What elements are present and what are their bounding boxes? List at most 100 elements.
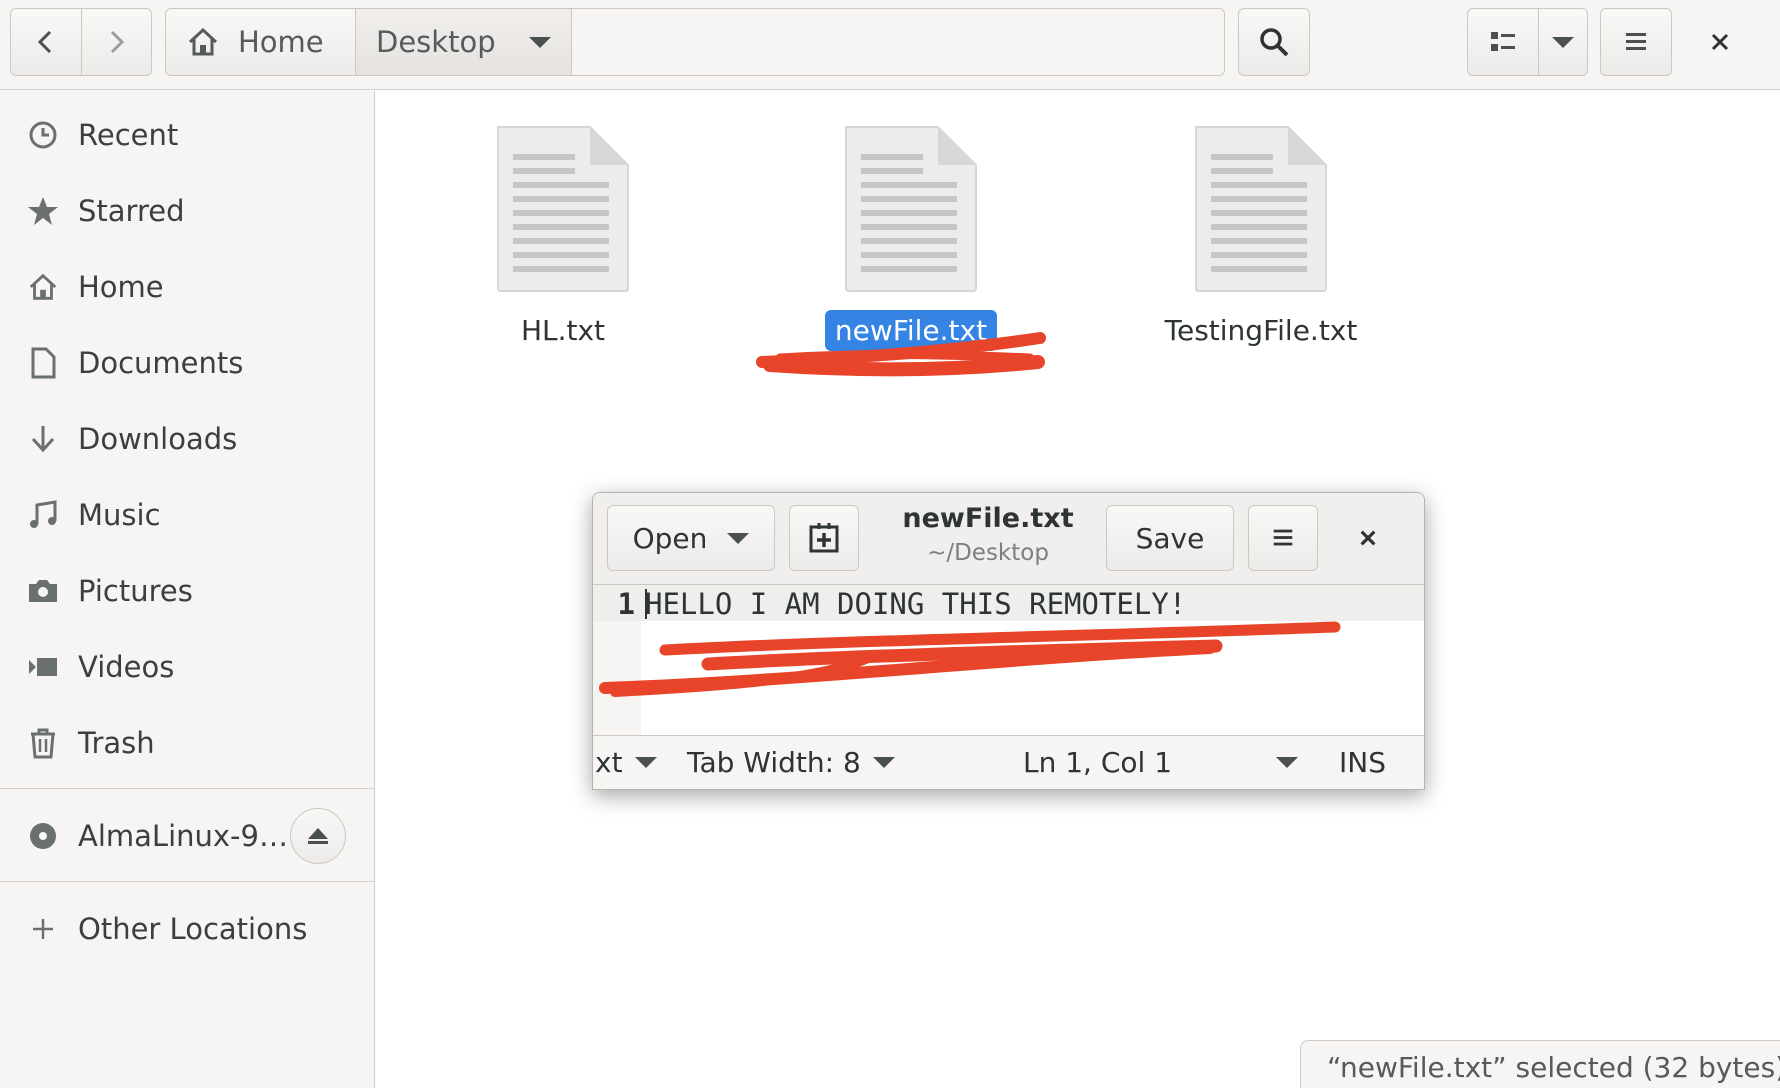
breadcrumb-desktop[interactable]: Desktop (356, 9, 572, 75)
selection-status: “newFile.txt” selected (32 bytes) (1300, 1040, 1780, 1088)
sidebar-item-label: Downloads (78, 422, 238, 456)
sidebar-separator (0, 881, 374, 882)
text-file-icon (845, 126, 977, 292)
header-bar: Home Desktop (0, 0, 1780, 90)
sidebar-item-videos[interactable]: Videos (0, 631, 374, 703)
breadcrumb-home[interactable]: Home (166, 9, 356, 75)
cursor-position-selector[interactable]: Ln 1, Col 1 (1023, 746, 1299, 779)
editor-title: newFile.txt (902, 503, 1074, 534)
star-icon (26, 194, 60, 228)
eject-button[interactable] (290, 808, 346, 864)
text-file-icon (1195, 126, 1327, 292)
camera-icon (26, 574, 60, 608)
text-line[interactable]: HELLO I AM DOING THIS REMOTELY! (645, 587, 1186, 621)
file-name: TestingFile.txt (1164, 314, 1358, 347)
home-icon (26, 270, 60, 304)
editor-close-button[interactable] (1353, 523, 1383, 553)
hamburger-icon (1273, 529, 1293, 546)
view-toggle-button[interactable] (1467, 8, 1539, 76)
disc-icon (26, 819, 60, 853)
sidebar-item-label: Documents (78, 346, 244, 380)
insert-mode-label: INS (1339, 746, 1386, 779)
chevron-down-icon (634, 757, 657, 768)
sidebar-item-label: Recent (78, 118, 179, 152)
close-icon (1360, 530, 1376, 546)
editor-menu-button[interactable] (1248, 505, 1318, 571)
editor-subtitle: ~/Desktop (927, 540, 1049, 566)
search-icon (1260, 28, 1289, 57)
sidebar-item-label: Starred (78, 194, 185, 228)
breadcrumb-empty (572, 9, 1224, 75)
editor-title-block: newFile.txt ~/Desktop (883, 503, 1093, 566)
sidebar-item-label: Videos (78, 650, 175, 684)
text-file-icon (497, 126, 629, 292)
sidebar-item-device[interactable]: AlmaLinux-9… (0, 800, 374, 872)
file-name: newFile.txt (824, 310, 998, 351)
chevron-down-icon (1552, 36, 1574, 48)
go-forward-icon (111, 30, 125, 54)
window-close-button[interactable] (1700, 22, 1740, 62)
new-document-button[interactable] (789, 505, 859, 571)
music-icon (26, 498, 60, 532)
back-button[interactable] (11, 9, 81, 75)
video-icon (26, 650, 60, 684)
document-icon (26, 346, 60, 380)
tab-width-label: Tab Width: 8 (687, 746, 861, 779)
file-item[interactable]: HL.txt (433, 91, 693, 351)
search-button[interactable] (1238, 8, 1310, 76)
sidebar-item-label: Other Locations (78, 912, 308, 946)
sidebar-item-label: Pictures (78, 574, 193, 608)
sidebar: Recent Starred Home Documents Downloads … (0, 91, 375, 1088)
editor-status-bar: xt Tab Width: 8 Ln 1, Col 1 INS (593, 735, 1424, 789)
chevron-down-icon (529, 36, 551, 48)
sidebar-item-music[interactable]: Music (0, 479, 374, 551)
clock-icon (26, 118, 60, 152)
eject-icon (308, 828, 328, 844)
sidebar-item-label: Music (78, 498, 161, 532)
chevron-down-icon (1276, 757, 1299, 768)
sidebar-item-starred[interactable]: Starred (0, 175, 374, 247)
sidebar-item-downloads[interactable]: Downloads (0, 403, 374, 475)
navigation-buttons (10, 8, 152, 76)
language-selector[interactable]: xt (595, 746, 657, 779)
sidebar-item-trash[interactable]: Trash (0, 707, 374, 779)
tab-width-selector[interactable]: Tab Width: 8 (687, 746, 895, 779)
editor-header-bar: Open newFile.txt ~/Desktop Save (593, 493, 1424, 585)
list-view-icon (1491, 32, 1515, 51)
sidebar-item-other-locations[interactable]: Other Locations (0, 893, 374, 965)
new-document-icon (809, 523, 839, 553)
line-number: 1 (617, 587, 635, 621)
sidebar-item-documents[interactable]: Documents (0, 327, 374, 399)
chevron-down-icon (872, 757, 895, 768)
main-menu-button[interactable] (1600, 8, 1672, 76)
trash-icon (26, 726, 60, 760)
open-button[interactable]: Open (607, 505, 775, 571)
breadcrumb-desktop-label: Desktop (376, 25, 496, 59)
sidebar-separator (0, 788, 374, 789)
text-cursor (645, 589, 647, 619)
save-button-label: Save (1135, 521, 1205, 555)
save-button[interactable]: Save (1106, 505, 1234, 571)
hamburger-icon (1626, 33, 1646, 50)
text-editor-window: Open newFile.txt ~/Desktop Save 1 HELLO … (592, 492, 1425, 790)
insert-mode-indicator: INS (1339, 746, 1386, 779)
language-label: xt (595, 746, 623, 779)
close-icon (1711, 33, 1729, 51)
go-back-icon (37, 30, 51, 54)
open-button-label: Open (632, 521, 708, 555)
forward-button[interactable] (80, 9, 152, 75)
sidebar-item-home[interactable]: Home (0, 251, 374, 323)
sidebar-item-label: AlmaLinux-9… (78, 819, 288, 853)
editor-text-area[interactable]: 1 HELLO I AM DOING THIS REMOTELY! (593, 585, 1424, 735)
breadcrumb-home-label: Home (238, 25, 324, 59)
sidebar-item-pictures[interactable]: Pictures (0, 555, 374, 627)
view-options-button[interactable] (1538, 8, 1588, 76)
file-item[interactable]: TestingFile.txt (1131, 91, 1391, 351)
sidebar-item-label: Trash (78, 726, 155, 760)
file-item-selected[interactable]: newFile.txt (781, 91, 1041, 351)
chevron-down-icon (727, 532, 750, 544)
file-name: HL.txt (520, 314, 606, 347)
plus-icon (26, 912, 60, 946)
download-icon (26, 422, 60, 456)
sidebar-item-recent[interactable]: Recent (0, 99, 374, 171)
